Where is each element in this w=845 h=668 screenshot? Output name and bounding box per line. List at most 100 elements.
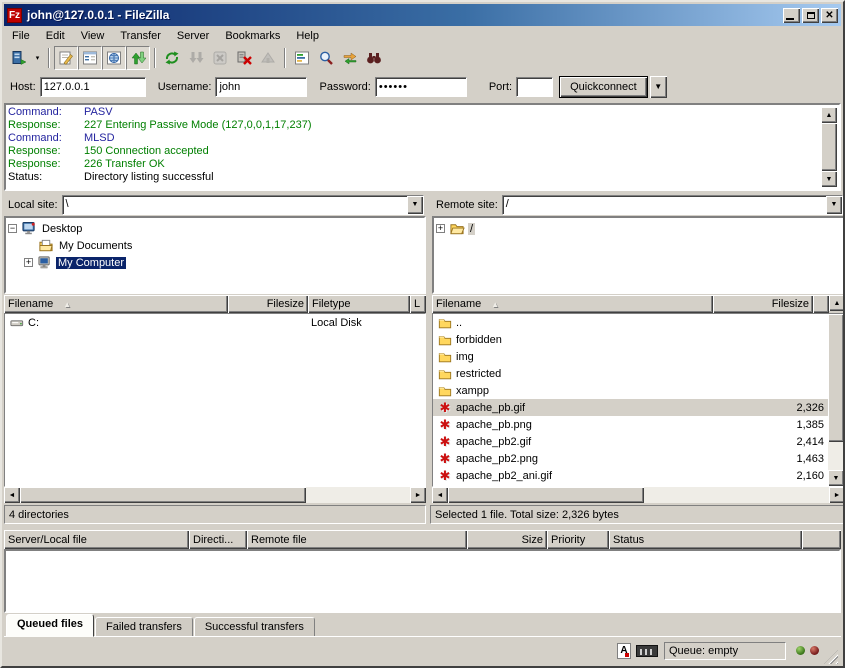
column-header-direction[interactable]: Directi... (189, 530, 247, 549)
scroll-up-button[interactable]: ▲ (829, 295, 845, 311)
collapse-icon[interactable]: − (8, 224, 17, 233)
filter-button[interactable] (290, 46, 314, 70)
quickconnect-dropdown[interactable]: ▼ (650, 76, 667, 98)
file-row[interactable]: restricted (433, 365, 828, 382)
column-header-priority[interactable]: Priority (547, 530, 609, 549)
minimize-icon (786, 18, 794, 20)
username-input[interactable] (215, 77, 307, 97)
scroll-right-button[interactable]: ► (829, 487, 845, 503)
menu-view[interactable]: View (73, 28, 113, 44)
local-site-combobox[interactable]: \ ▼ (62, 195, 424, 215)
log-scrollbar[interactable]: ▲ ▼ (821, 107, 837, 187)
filezilla-window: Fz john@127.0.0.1 - FileZilla ✕ File Edi… (0, 0, 845, 668)
disconnect-button[interactable] (232, 46, 256, 70)
tree-item-desktop[interactable]: − Desktop (8, 220, 422, 237)
local-horizontal-scrollbar[interactable]: ◄ ► (4, 487, 426, 503)
local-site-dropdown[interactable]: ▼ (407, 196, 423, 214)
file-row[interactable]: xampp (433, 382, 828, 399)
tab-queued-files[interactable]: Queued files (6, 614, 94, 637)
toggle-remote-tree-button[interactable] (102, 46, 126, 70)
column-header-remote-file[interactable]: Remote file (247, 530, 467, 549)
reconnect-button[interactable] (256, 46, 280, 70)
scroll-right-button[interactable]: ► (410, 487, 426, 503)
tab-successful-transfers[interactable]: Successful transfers (194, 617, 315, 637)
resize-grip[interactable] (824, 650, 838, 664)
remote-site-combobox[interactable]: / ▼ (502, 195, 843, 215)
file-row[interactable]: forbidden (433, 331, 828, 348)
column-header-status[interactable]: Status (609, 530, 802, 549)
transfer-queue-icon (130, 50, 146, 66)
port-input[interactable] (516, 77, 553, 97)
menu-file[interactable]: File (4, 28, 38, 44)
close-button[interactable]: ✕ (821, 8, 838, 23)
scroll-thumb[interactable] (20, 487, 306, 503)
scroll-left-button[interactable]: ◄ (432, 487, 448, 503)
menu-transfer[interactable]: Transfer (112, 28, 169, 44)
scroll-thumb[interactable] (821, 123, 837, 171)
window-title: john@127.0.0.1 - FileZilla (27, 8, 781, 22)
column-header-filesize[interactable]: Filesize (713, 295, 813, 313)
local-list-header: Filename▲ Filesize Filetype L (4, 295, 426, 313)
file-row[interactable]: ✱apache_pb.png 1,385 (433, 416, 828, 433)
toggle-message-log-button[interactable] (54, 46, 78, 70)
synchronized-browsing-button[interactable] (338, 46, 362, 70)
host-input[interactable] (40, 77, 146, 97)
compare-directories-button[interactable] (314, 46, 338, 70)
file-row[interactable]: img (433, 348, 828, 365)
find-files-button[interactable] (362, 46, 386, 70)
scroll-thumb[interactable] (828, 314, 844, 442)
scroll-thumb[interactable] (448, 487, 644, 503)
quickconnect-button[interactable]: Quickconnect (559, 76, 648, 98)
activity-led-red-icon (810, 646, 819, 655)
file-row[interactable]: .. (433, 314, 828, 331)
scroll-down-button[interactable]: ▼ (828, 470, 844, 486)
scroll-left-button[interactable]: ◄ (4, 487, 20, 503)
remote-vertical-scrollbar[interactable]: ▼ (828, 314, 844, 486)
scroll-up-button[interactable]: ▲ (821, 107, 837, 123)
tree-item-my-computer[interactable]: + My Computer (8, 254, 422, 271)
tree-item-root[interactable]: + / (436, 220, 841, 237)
column-header-filename[interactable]: Filename▲ (432, 295, 713, 313)
local-status-text: 4 directories (9, 509, 69, 521)
file-row[interactable]: ✱apache_pb2_ani.gif 2,160 (433, 467, 828, 484)
file-row-c-drive[interactable]: C: Local Disk (5, 314, 425, 331)
column-header-size[interactable]: Size (467, 530, 547, 549)
expand-icon[interactable]: + (24, 258, 33, 267)
remote-site-dropdown[interactable]: ▼ (826, 196, 842, 214)
scroll-down-button[interactable]: ▼ (821, 171, 837, 187)
remote-horizontal-scrollbar[interactable]: ◄ ► (432, 487, 845, 503)
menu-server[interactable]: Server (169, 28, 217, 44)
cancel-operation-button[interactable] (208, 46, 232, 70)
tab-failed-transfers[interactable]: Failed transfers (95, 617, 193, 637)
column-header-filetype[interactable]: Filetype (308, 295, 410, 313)
minimize-button[interactable] (783, 8, 800, 23)
column-header-filler (813, 295, 829, 313)
toggle-local-tree-button[interactable] (78, 46, 102, 70)
column-header-filesize[interactable]: Filesize (228, 295, 308, 313)
file-row[interactable]: ✱apache_pb2.png 1,463 (433, 450, 828, 467)
expand-icon[interactable]: + (436, 224, 445, 233)
site-manager-dropdown[interactable]: ▾ (31, 46, 44, 70)
queue-list[interactable] (4, 549, 841, 613)
host-label: Host: (10, 81, 36, 93)
column-header-server-local-file[interactable]: Server/Local file (4, 530, 189, 549)
column-header-filename[interactable]: Filename▲ (4, 295, 228, 313)
tree-item-my-documents[interactable]: My Documents (8, 237, 422, 254)
file-size: 1,463 (796, 453, 824, 465)
refresh-button[interactable] (160, 46, 184, 70)
password-input[interactable] (375, 77, 467, 97)
log-line: Command:PASV (8, 106, 837, 119)
file-row[interactable]: ✱apache_pb2.gif 2,414 (433, 433, 828, 450)
maximize-button[interactable] (802, 8, 819, 23)
column-label: Filename (436, 298, 481, 310)
column-header-last-modified[interactable]: L (410, 295, 426, 313)
file-name: C: (28, 317, 39, 329)
process-queue-button[interactable] (184, 46, 208, 70)
menu-bookmarks[interactable]: Bookmarks (217, 28, 288, 44)
toggle-transfer-queue-button[interactable] (126, 46, 150, 70)
file-row-selected[interactable]: ✱apache_pb.gif 2,326 (433, 399, 828, 416)
tree-item-label: Desktop (40, 223, 84, 235)
site-manager-button[interactable] (7, 46, 31, 70)
menu-help[interactable]: Help (288, 28, 327, 44)
menu-edit[interactable]: Edit (38, 28, 73, 44)
